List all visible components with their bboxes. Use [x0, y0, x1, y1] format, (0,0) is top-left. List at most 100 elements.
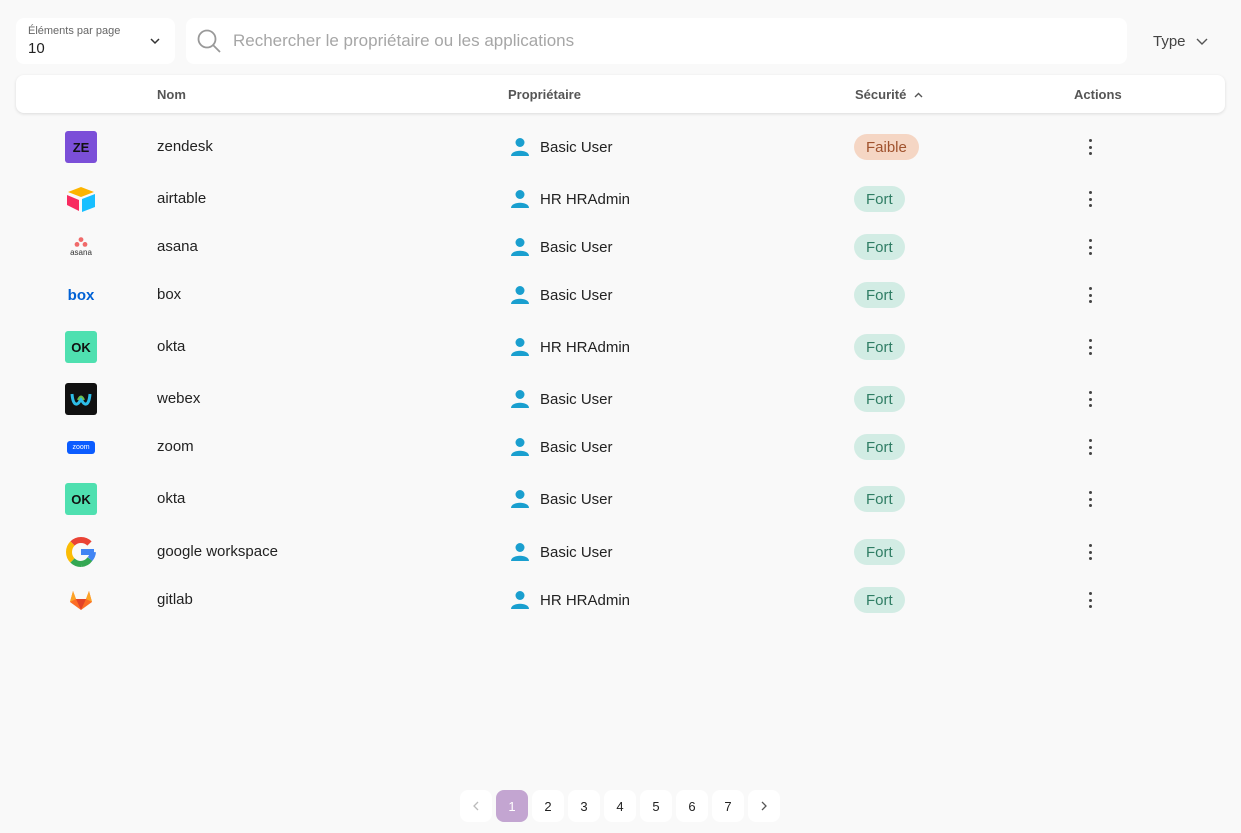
- airtable-logo-icon: [65, 183, 97, 215]
- security-badge: Fort: [854, 434, 905, 460]
- prev-page-button[interactable]: [460, 790, 492, 822]
- security-badge: Fort: [854, 334, 905, 360]
- security-badge: Faible: [854, 134, 919, 160]
- chevron-right-icon: [761, 801, 767, 811]
- user-icon: [511, 490, 529, 508]
- google-logo-icon: [65, 536, 97, 568]
- security-badge: Fort: [854, 486, 905, 512]
- app-name: airtable: [157, 190, 207, 207]
- owner-cell: HR HRAdmin: [510, 189, 630, 209]
- page-button-7[interactable]: 7: [712, 790, 744, 822]
- page-button-2[interactable]: 2: [532, 790, 564, 822]
- app-name: webex: [157, 390, 201, 407]
- search-bar: [186, 18, 1127, 64]
- owner-name: Basic User: [540, 390, 613, 408]
- more-actions-icon[interactable]: [1088, 191, 1092, 207]
- search-input[interactable]: [233, 26, 1093, 56]
- user-icon: [511, 390, 529, 408]
- chevron-down-icon: [150, 38, 160, 45]
- more-actions-icon[interactable]: [1088, 391, 1092, 407]
- user-icon: [511, 543, 529, 561]
- security-badge: Fort: [854, 234, 905, 260]
- user-icon: [511, 238, 529, 256]
- owner-cell: Basic User: [510, 489, 613, 509]
- asana-logo-icon: asana: [65, 231, 97, 263]
- owner-cell: Basic User: [510, 237, 613, 257]
- more-actions-icon[interactable]: [1088, 544, 1092, 560]
- type-filter-label: Type: [1153, 32, 1186, 50]
- user-icon: [511, 286, 529, 304]
- security-badge: Fort: [854, 587, 905, 613]
- chevron-down-icon: [1196, 38, 1208, 45]
- owner-cell: Basic User: [510, 542, 613, 562]
- page-button-5[interactable]: 5: [640, 790, 672, 822]
- app-name: box: [157, 286, 182, 303]
- table-row[interactable]: gitlab HR HRAdmin Fort: [16, 580, 1225, 620]
- page-button-1[interactable]: 1: [496, 790, 528, 822]
- table-row[interactable]: ZE zendesk Basic User Faible: [16, 127, 1225, 167]
- okta-logo-icon: OK: [65, 483, 97, 515]
- zoom-wordmark: zoom: [67, 440, 95, 454]
- security-badge: Fort: [854, 282, 905, 308]
- app-name: zendesk: [157, 138, 213, 155]
- items-per-page-value: 10: [28, 40, 45, 57]
- toolbar: Éléments par page 10 Type: [16, 18, 1225, 64]
- table-header: Nom Propriétaire Sécurité Actions: [16, 75, 1225, 113]
- table-row[interactable]: airtable HR HRAdmin Fort: [16, 179, 1225, 219]
- chevron-left-icon: [473, 801, 479, 811]
- owner-cell: Basic User: [510, 285, 613, 305]
- more-actions-icon[interactable]: [1088, 592, 1092, 608]
- owner-cell: Basic User: [510, 389, 613, 409]
- items-per-page-select[interactable]: Éléments par page 10: [16, 18, 175, 64]
- more-actions-icon[interactable]: [1088, 139, 1092, 155]
- next-page-button[interactable]: [748, 790, 780, 822]
- owner-cell: HR HRAdmin: [510, 590, 630, 610]
- more-actions-icon[interactable]: [1088, 239, 1092, 255]
- column-header-owner[interactable]: Propriétaire: [508, 87, 581, 102]
- owner-name: Basic User: [540, 286, 613, 304]
- page-button-4[interactable]: 4: [604, 790, 636, 822]
- user-icon: [511, 591, 529, 609]
- column-header-name[interactable]: Nom: [157, 87, 186, 102]
- table-row[interactable]: OK okta HR HRAdmin Fort: [16, 327, 1225, 367]
- zoom-logo-icon: zoom: [65, 431, 97, 463]
- security-badge: Fort: [854, 186, 905, 212]
- owner-name: Basic User: [540, 490, 613, 508]
- app-name: gitlab: [157, 591, 193, 608]
- page-button-6[interactable]: 6: [676, 790, 708, 822]
- app-name: zoom: [157, 438, 194, 455]
- more-actions-icon[interactable]: [1088, 491, 1092, 507]
- asana-wordmark: asana: [70, 248, 92, 257]
- security-badge: Fort: [854, 539, 905, 565]
- owner-name: Basic User: [540, 138, 613, 156]
- table-row[interactable]: zoom zoom Basic User Fort: [16, 427, 1225, 467]
- webex-logo-icon: [65, 383, 97, 415]
- app-name: google workspace: [157, 543, 278, 560]
- table-row[interactable]: google workspace Basic User Fort: [16, 532, 1225, 572]
- owner-name: Basic User: [540, 438, 613, 456]
- type-filter-dropdown[interactable]: Type: [1153, 30, 1208, 52]
- table-row[interactable]: webex Basic User Fort: [16, 379, 1225, 419]
- app-name: asana: [157, 238, 198, 255]
- owner-name: Basic User: [540, 238, 613, 256]
- owner-cell: HR HRAdmin: [510, 337, 630, 357]
- items-per-page-label: Éléments par page: [28, 25, 121, 37]
- user-icon: [511, 438, 529, 456]
- owner-cell: Basic User: [510, 437, 613, 457]
- user-icon: [511, 190, 529, 208]
- owner-name: Basic User: [540, 543, 613, 561]
- table-row[interactable]: asana asana Basic User Fort: [16, 227, 1225, 267]
- security-badge: Fort: [854, 386, 905, 412]
- app-name: okta: [157, 338, 186, 355]
- pagination: 1 2 3 4 5 6 7: [460, 790, 780, 822]
- table-row[interactable]: box box Basic User Fort: [16, 275, 1225, 315]
- owner-name: HR HRAdmin: [540, 591, 631, 609]
- more-actions-icon[interactable]: [1088, 439, 1092, 455]
- page-button-3[interactable]: 3: [568, 790, 600, 822]
- table-row[interactable]: OK okta Basic User Fort: [16, 479, 1225, 519]
- more-actions-icon[interactable]: [1088, 287, 1092, 303]
- more-actions-icon[interactable]: [1088, 339, 1092, 355]
- owner-name: HR HRAdmin: [540, 338, 631, 356]
- user-icon: [511, 338, 529, 356]
- column-header-security[interactable]: Sécurité: [855, 87, 923, 102]
